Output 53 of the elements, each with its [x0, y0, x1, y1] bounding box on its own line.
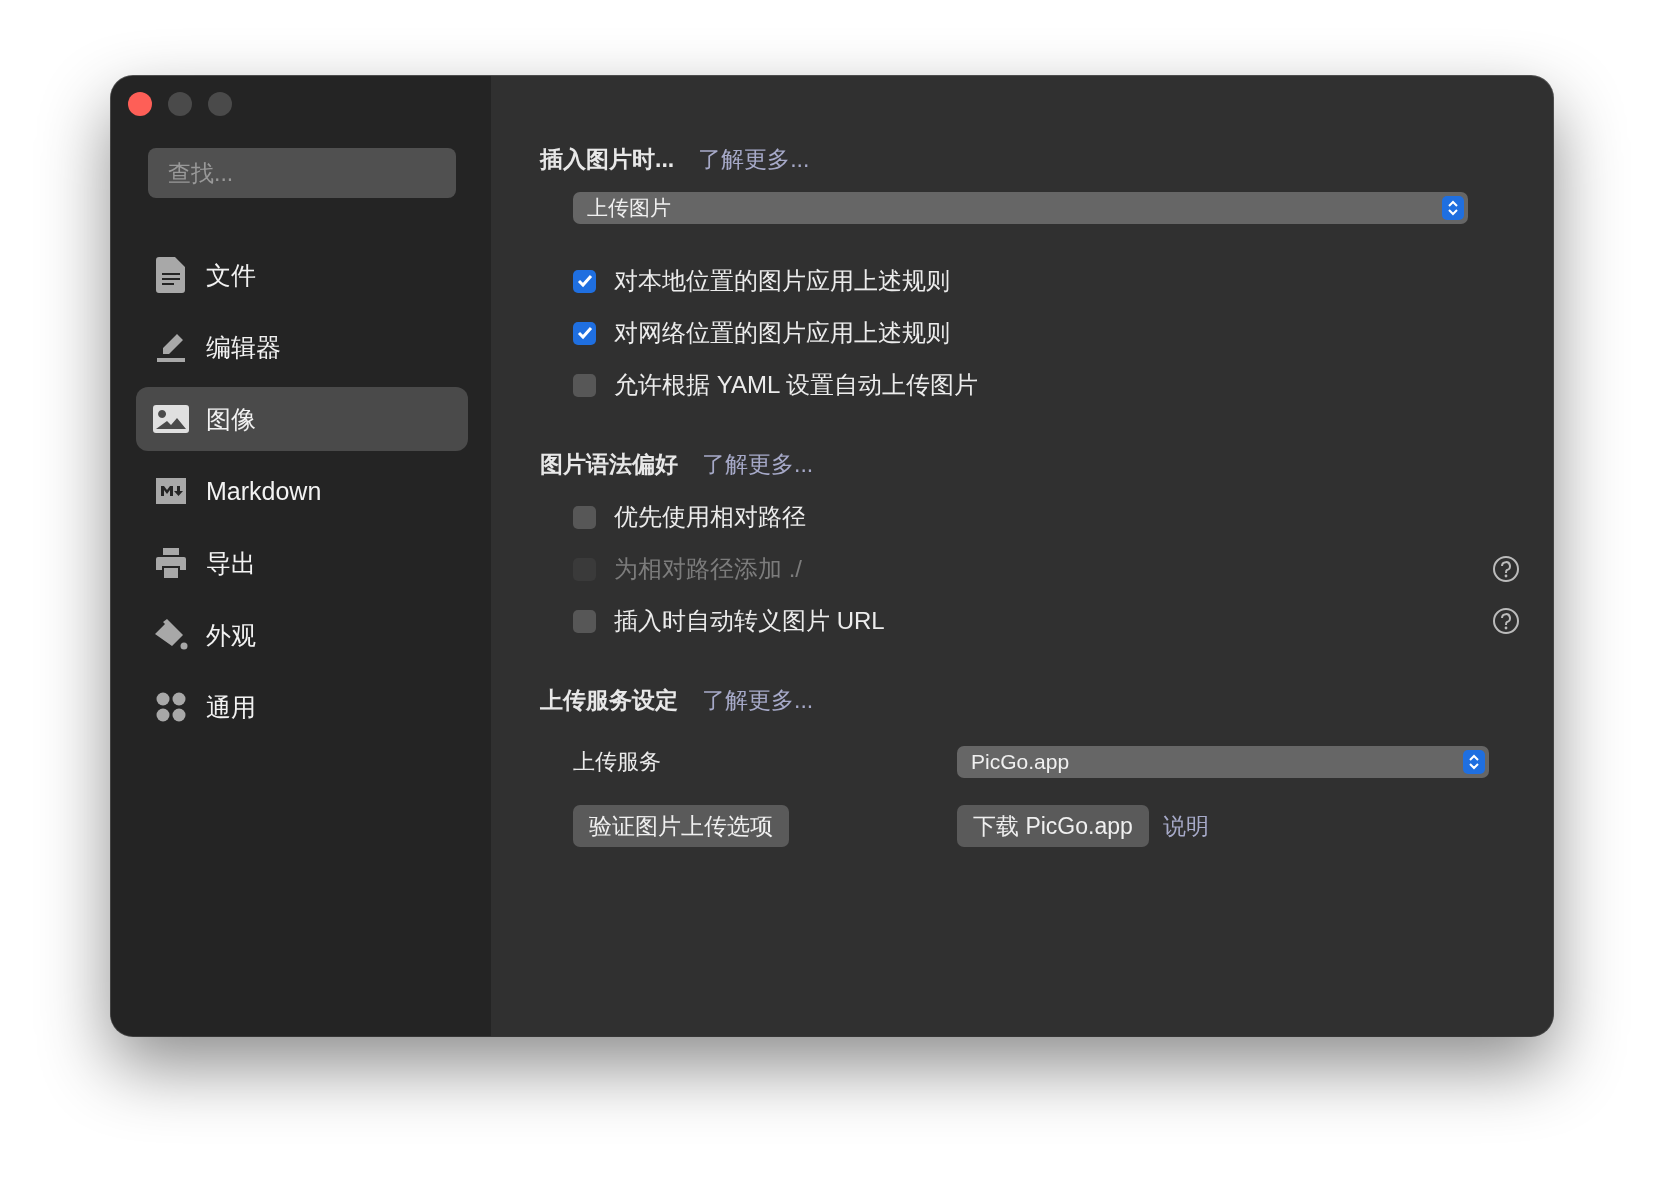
document-icon	[156, 257, 186, 293]
markdown-icon	[156, 478, 186, 504]
field-label: 上传服务	[573, 748, 661, 776]
minimize-button[interactable]	[168, 92, 192, 116]
download-button[interactable]: 下载 PicGo.app	[957, 805, 1149, 847]
sidebar-item[interactable]: 编辑器	[136, 315, 468, 379]
sidebar-item-label: Markdown	[206, 476, 322, 506]
close-button[interactable]	[128, 92, 152, 116]
checkbox[interactable]	[573, 505, 596, 529]
dropdown[interactable]: PicGo.app	[957, 746, 1489, 778]
sidebar-item[interactable]: 文件	[136, 243, 468, 307]
checkmark-icon	[576, 274, 593, 288]
learn-more-link[interactable]: 了解更多...	[702, 684, 814, 716]
checkbox-label: 为相对路径添加 ./	[614, 554, 803, 584]
zoom-button[interactable]	[208, 92, 232, 116]
sidebar-item-label: 编辑器	[206, 331, 281, 363]
help-icon[interactable]	[1492, 607, 1520, 635]
checkbox-label: 优先使用相对路径	[614, 502, 807, 532]
checkbox[interactable]	[573, 321, 596, 345]
verify-button[interactable]: 验证图片上传选项	[573, 805, 789, 847]
section-title: 上传服务设定	[540, 685, 678, 715]
checkbox-label: 允许根据 YAML 设置自动上传图片	[614, 370, 980, 400]
image-icon	[153, 405, 189, 433]
checkbox-label: 插入时自动转义图片 URL	[614, 606, 886, 636]
checkbox-label: 对网络位置的图片应用上述规则	[614, 318, 951, 348]
paint-bucket-icon	[154, 619, 188, 651]
sidebar-item[interactable]: Markdown	[136, 459, 468, 523]
sidebar-item-label: 导出	[206, 547, 256, 579]
dropdown[interactable]: 上传图片	[573, 192, 1468, 224]
sidebar-item-label: 文件	[206, 259, 256, 291]
sidebar-item[interactable]: 外观	[136, 603, 468, 667]
sidebar-item[interactable]: 导出	[136, 531, 468, 595]
sidebar-item-label: 外观	[206, 619, 256, 651]
checkbox[interactable]	[573, 373, 596, 397]
learn-more-link[interactable]: 了解更多...	[702, 448, 814, 480]
search-field[interactable]: 查找...	[148, 148, 456, 198]
printer-icon	[156, 548, 186, 578]
checkbox[interactable]	[573, 269, 596, 293]
sidebar-item[interactable]: 通用	[136, 675, 468, 739]
stepper-icon	[1463, 750, 1485, 774]
checkbox-label: 对本地位置的图片应用上述规则	[614, 266, 951, 296]
section-title: 插入图片时...	[540, 144, 675, 174]
sidebar-item-label: 图像	[206, 403, 256, 435]
learn-more-link[interactable]: 了解更多...	[698, 143, 810, 175]
sidebar-item[interactable]: 图像	[136, 387, 468, 451]
checkmark-icon	[576, 326, 593, 340]
section-title: 图片语法偏好	[540, 449, 678, 479]
stepper-icon	[1442, 196, 1464, 220]
grid-icon	[156, 692, 186, 722]
sidebar-item-label: 通用	[206, 691, 256, 723]
checkbox[interactable]	[573, 609, 596, 633]
pencil-icon	[156, 332, 186, 362]
help-link[interactable]: 说明	[1162, 810, 1209, 842]
